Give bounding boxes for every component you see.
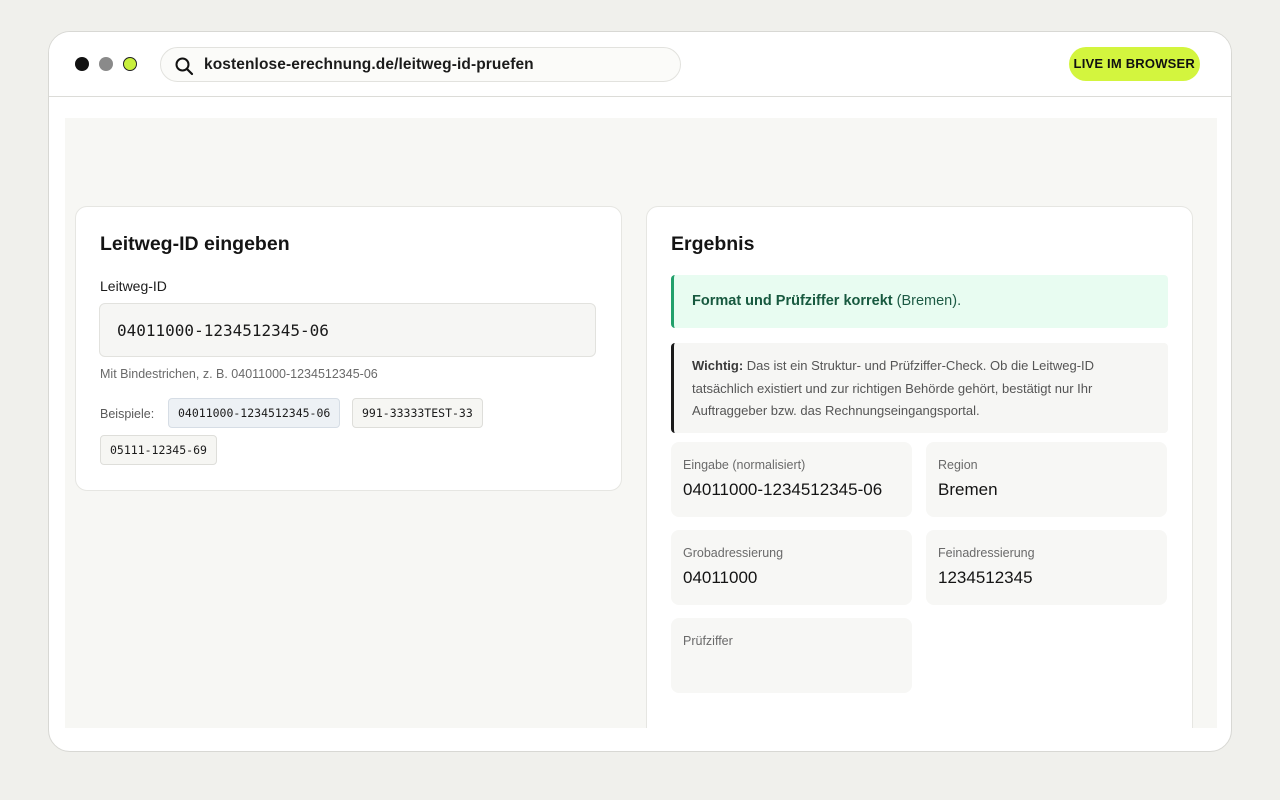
stat-region: Region Bremen [926, 442, 1167, 517]
stat-normalized-input: Eingabe (normalisiert) 04011000-12345123… [671, 442, 912, 517]
leitweg-id-input[interactable] [99, 303, 596, 357]
stat-label: Eingabe (normalisiert) [683, 458, 806, 472]
search-icon [174, 56, 194, 76]
stat-label: Region [938, 458, 978, 472]
input-hint: Mit Bindestrichen, z. B. 04011000-123451… [100, 367, 378, 381]
example-chip-3[interactable]: 05111-12345-69 [100, 435, 217, 465]
address-bar[interactable]: kostenlose-erechnung.de/leitweg-id-pruef… [160, 47, 681, 82]
success-message-rest: (Bremen). [892, 293, 962, 309]
stat-grobadressierung: Grobadressierung 04011000 [671, 530, 912, 605]
success-message: Format und Prüfziffer korrekt (Bremen). [671, 275, 1168, 328]
stat-label: Feinadressierung [938, 546, 1035, 560]
result-card-title: Ergebnis [671, 233, 755, 255]
stat-feinadressierung: Feinadressierung 1234512345 [926, 530, 1167, 605]
success-message-bold: Format und Prüfziffer korrekt [692, 293, 893, 309]
warning-note-text: Das ist ein Struktur- und Prüfziffer-Che… [692, 358, 1095, 418]
browser-window: kostenlose-erechnung.de/leitweg-id-pruef… [48, 31, 1232, 752]
address-url: kostenlose-erechnung.de/leitweg-id-pruef… [204, 56, 534, 73]
page-content: Leitweg-ID eingeben Leitweg-ID Mit Binde… [65, 118, 1217, 728]
example-chip-2[interactable]: 991-33333TEST-33 [352, 398, 483, 428]
window-close-dot[interactable] [75, 57, 89, 71]
stat-value: 04011000-1234512345-06 [683, 480, 883, 499]
live-badge: LIVE IM BROWSER [1068, 47, 1200, 81]
example-chip-1[interactable]: 04011000-1234512345-06 [168, 398, 341, 428]
browser-toolbar: kostenlose-erechnung.de/leitweg-id-pruef… [49, 32, 1231, 97]
result-card: Ergebnis Format und Prüfziffer korrekt (… [646, 206, 1193, 728]
input-card: Leitweg-ID eingeben Leitweg-ID Mit Binde… [75, 206, 622, 491]
stat-value: 1234512345 [938, 568, 1033, 587]
leitweg-id-label: Leitweg-ID [100, 278, 167, 294]
stat-label: Prüfziffer [683, 634, 733, 648]
warning-note-bold: Wichtig: [692, 358, 744, 373]
stat-value: 04011000 [683, 568, 758, 587]
stat-value: Bremen [938, 480, 998, 499]
stat-pruefziffer: Prüfziffer [671, 618, 912, 693]
window-minimize-dot[interactable] [99, 57, 113, 71]
examples-label: Beispiele: [100, 407, 155, 421]
warning-note: Wichtig: Das ist ein Struktur- und Prüfz… [671, 343, 1168, 433]
window-maximize-dot[interactable] [123, 57, 137, 71]
input-card-title: Leitweg-ID eingeben [100, 233, 290, 255]
stat-label: Grobadressierung [683, 546, 784, 560]
